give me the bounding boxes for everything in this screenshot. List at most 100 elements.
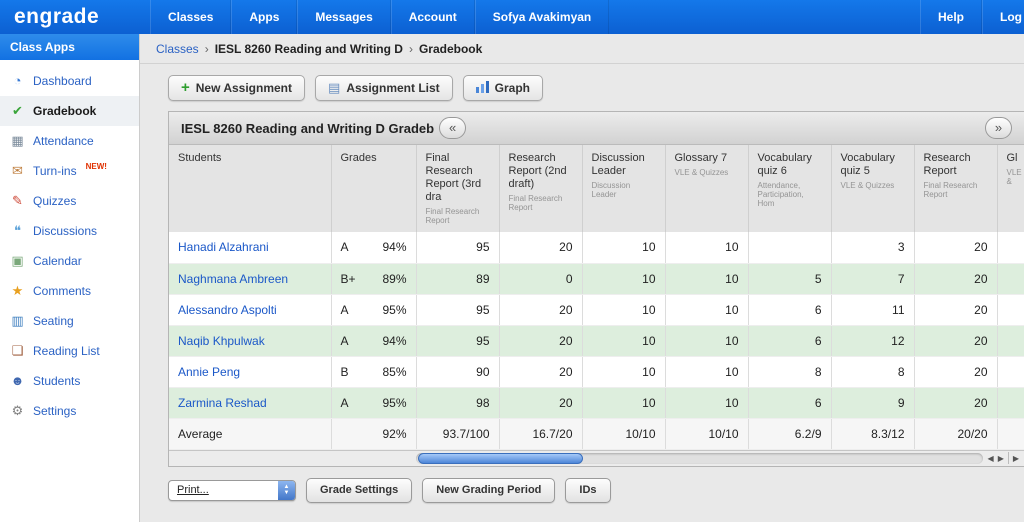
breadcrumb-item-classes[interactable]: Classes bbox=[156, 42, 199, 56]
score-cell[interactable] bbox=[748, 232, 831, 263]
topbar-link-log[interactable]: Log bbox=[982, 0, 1024, 34]
column-header-gl[interactable]: GlVLE & bbox=[997, 145, 1024, 232]
student-name-link[interactable]: Annie Peng bbox=[169, 356, 331, 387]
scroll-left-arrow-icon[interactable]: ◀ bbox=[988, 454, 994, 463]
topbar-link-apps[interactable]: Apps bbox=[231, 0, 297, 34]
score-cell[interactable]: 10 bbox=[665, 263, 748, 294]
sidebar-item-gradebook[interactable]: ✔Gradebook bbox=[0, 96, 139, 126]
ids-button[interactable]: IDs bbox=[565, 478, 610, 503]
column-header-research-report-2nd-draft[interactable]: Research Report (2nd draft)Final Researc… bbox=[499, 145, 582, 232]
sidebar-item-settings[interactable]: ⚙Settings bbox=[0, 396, 139, 426]
scrollbar-thumb[interactable] bbox=[418, 453, 583, 464]
score-cell[interactable]: 10 bbox=[582, 356, 665, 387]
column-header-final-research-report-3rd-dra[interactable]: Final Research Report (3rd draFinal Rese… bbox=[416, 145, 499, 232]
score-cell[interactable]: 10 bbox=[665, 325, 748, 356]
score-cell[interactable]: 20 bbox=[499, 356, 582, 387]
score-cell[interactable]: 12 bbox=[831, 325, 914, 356]
score-cell[interactable]: 10 bbox=[582, 387, 665, 418]
topbar-link-account[interactable]: Account bbox=[391, 0, 475, 34]
column-header-glossary-7[interactable]: Glossary 7VLE & Quizzes bbox=[665, 145, 748, 232]
assignment-list-button[interactable]: ▤ Assignment List bbox=[315, 75, 453, 101]
score-cell[interactable]: 6 bbox=[748, 387, 831, 418]
student-name-link[interactable]: Naqib Khpulwak bbox=[169, 325, 331, 356]
new-assignment-button[interactable]: + New Assignment bbox=[168, 75, 305, 101]
score-cell[interactable]: 95 bbox=[416, 232, 499, 263]
scrollbar-track[interactable] bbox=[416, 453, 983, 464]
prev-columns-button[interactable]: « bbox=[439, 117, 466, 139]
score-cell[interactable]: 10 bbox=[665, 232, 748, 263]
score-cell[interactable]: 8 bbox=[748, 356, 831, 387]
grade-settings-button[interactable]: Grade Settings bbox=[306, 478, 412, 503]
column-header-vocabulary-quiz-6[interactable]: Vocabulary quiz 6Attendance, Participati… bbox=[748, 145, 831, 232]
topbar-link-sofya-avakimyan[interactable]: Sofya Avakimyan bbox=[475, 0, 610, 34]
score-cell[interactable]: 7 bbox=[831, 263, 914, 294]
score-cell[interactable]: 10 bbox=[582, 232, 665, 263]
score-cell[interactable]: 10 bbox=[582, 294, 665, 325]
column-header-vocabulary-quiz-5[interactable]: Vocabulary quiz 5VLE & Quizzes bbox=[831, 145, 914, 232]
score-cell[interactable]: 20 bbox=[499, 387, 582, 418]
score-cell[interactable]: 90 bbox=[416, 356, 499, 387]
sidebar-item-seating[interactable]: ▥Seating bbox=[0, 306, 139, 336]
score-cell[interactable]: 20 bbox=[914, 325, 997, 356]
score-cell[interactable]: 20 bbox=[499, 294, 582, 325]
score-cell[interactable]: 6 bbox=[748, 325, 831, 356]
score-cell[interactable]: 20 bbox=[499, 325, 582, 356]
score-cell[interactable]: 10 bbox=[665, 294, 748, 325]
score-cell[interactable]: 95 bbox=[416, 325, 499, 356]
next-columns-button[interactable]: » bbox=[985, 117, 1012, 139]
horizontal-scrollbar[interactable]: ◀ ▶ ▶ bbox=[169, 450, 1024, 466]
score-cell[interactable]: 6 bbox=[748, 294, 831, 325]
topbar-link-messages[interactable]: Messages bbox=[297, 0, 390, 34]
topbar-link-help[interactable]: Help bbox=[920, 0, 982, 34]
student-name-link[interactable]: Zarmina Reshad bbox=[169, 387, 331, 418]
sidebar-item-reading-list[interactable]: ❏Reading List bbox=[0, 336, 139, 366]
grade-cell[interactable]: B85% bbox=[331, 356, 416, 387]
score-cell[interactable]: 9 bbox=[831, 387, 914, 418]
engrade-logo[interactable]: engrade bbox=[0, 0, 150, 34]
sidebar-item-discussions[interactable]: ❝Discussions bbox=[0, 216, 139, 246]
scroll-right-arrow-icon[interactable]: ▶ bbox=[998, 454, 1004, 463]
score-cell[interactable]: 10 bbox=[582, 325, 665, 356]
score-cell[interactable]: 20 bbox=[914, 232, 997, 263]
score-cell[interactable] bbox=[997, 325, 1024, 356]
score-cell[interactable]: 20 bbox=[499, 232, 582, 263]
sidebar-item-attendance[interactable]: ▦Attendance bbox=[0, 126, 139, 156]
grade-cell[interactable]: A95% bbox=[331, 387, 416, 418]
score-cell[interactable] bbox=[997, 387, 1024, 418]
grade-cell[interactable]: A94% bbox=[331, 232, 416, 263]
grade-cell[interactable]: B+89% bbox=[331, 263, 416, 294]
score-cell[interactable]: 11 bbox=[831, 294, 914, 325]
sidebar-item-quizzes[interactable]: ✎Quizzes bbox=[0, 186, 139, 216]
student-name-link[interactable]: Alessandro Aspolti bbox=[169, 294, 331, 325]
student-name-link[interactable]: Naghmana Ambreen bbox=[169, 263, 331, 294]
score-cell[interactable]: 98 bbox=[416, 387, 499, 418]
score-cell[interactable]: 20 bbox=[914, 356, 997, 387]
score-cell[interactable]: 10 bbox=[665, 356, 748, 387]
score-cell[interactable] bbox=[997, 294, 1024, 325]
score-cell[interactable]: 10 bbox=[665, 387, 748, 418]
score-cell[interactable] bbox=[997, 263, 1024, 294]
sidebar-item-calendar[interactable]: ▣Calendar bbox=[0, 246, 139, 276]
score-cell[interactable]: 20 bbox=[914, 294, 997, 325]
score-cell[interactable]: 8 bbox=[831, 356, 914, 387]
score-cell[interactable]: 95 bbox=[416, 294, 499, 325]
sidebar-item-turn-ins[interactable]: ✉Turn-insNEW! bbox=[0, 156, 139, 186]
topbar-link-classes[interactable]: Classes bbox=[150, 0, 231, 34]
score-cell[interactable]: 89 bbox=[416, 263, 499, 294]
score-cell[interactable]: 20 bbox=[914, 387, 997, 418]
column-header-discussion-leader[interactable]: Discussion LeaderDiscussion Leader bbox=[582, 145, 665, 232]
scroll-right-arrow2-icon[interactable]: ▶ bbox=[1013, 454, 1019, 463]
grade-cell[interactable]: A94% bbox=[331, 325, 416, 356]
graph-button[interactable]: Graph bbox=[463, 75, 543, 101]
score-cell[interactable] bbox=[997, 232, 1024, 263]
new-grading-period-button[interactable]: New Grading Period bbox=[422, 478, 555, 503]
score-cell[interactable]: 3 bbox=[831, 232, 914, 263]
sidebar-item-dashboard[interactable]: ◔Dashboard bbox=[0, 66, 139, 96]
column-header-research-report[interactable]: Research ReportFinal Research Report bbox=[914, 145, 997, 232]
grade-cell[interactable]: A95% bbox=[331, 294, 416, 325]
score-cell[interactable] bbox=[997, 356, 1024, 387]
score-cell[interactable]: 20 bbox=[914, 263, 997, 294]
score-cell[interactable]: 10 bbox=[582, 263, 665, 294]
print-select[interactable]: Print... ▲▼ bbox=[168, 480, 296, 501]
sidebar-item-students[interactable]: ☻Students bbox=[0, 366, 139, 396]
